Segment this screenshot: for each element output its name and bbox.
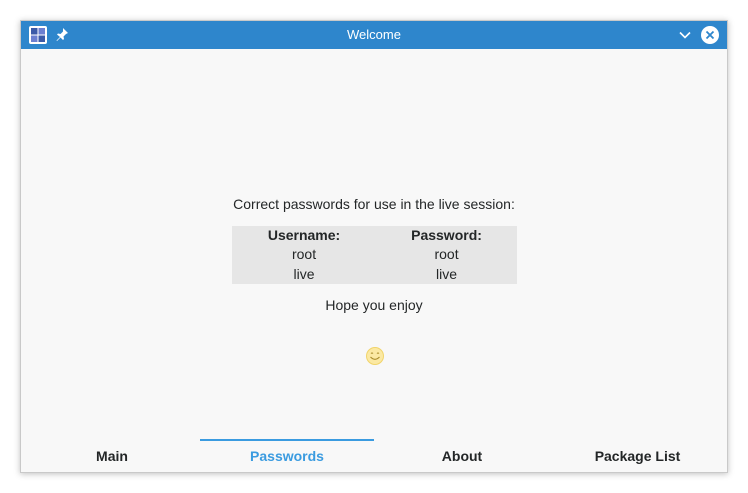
closing-text: Hope you enjoy <box>325 297 423 313</box>
title-bar[interactable]: Welcome <box>21 21 727 49</box>
app-icon[interactable] <box>29 26 47 44</box>
username-header: Username: <box>267 227 341 244</box>
welcome-window: Welcome Correct passwords for use in the… <box>20 20 728 473</box>
tab-bar: Main Passwords About Package List <box>21 439 727 472</box>
tab-about[interactable]: About <box>375 441 549 472</box>
username-cell: live <box>293 265 315 282</box>
tab-package-list[interactable]: Package List <box>550 441 725 472</box>
username-cell: root <box>291 246 317 263</box>
tab-main[interactable]: Main <box>25 441 199 472</box>
password-header: Password: <box>411 227 482 244</box>
table-row: live live <box>232 265 517 284</box>
intro-text: Correct passwords for use in the live se… <box>233 196 515 212</box>
tab-passwords[interactable]: Passwords <box>200 441 374 472</box>
pin-icon[interactable] <box>55 27 69 41</box>
password-cell: live <box>436 265 458 282</box>
credentials-table: Username: Password: root root live live <box>232 226 517 284</box>
passwords-page: Correct passwords for use in the live se… <box>21 49 727 472</box>
close-button[interactable] <box>701 26 719 44</box>
table-row: root root <box>232 245 517 264</box>
window-title: Welcome <box>347 27 401 42</box>
table-header-row: Username: Password: <box>232 226 517 245</box>
password-cell: root <box>434 246 459 263</box>
minimize-button[interactable] <box>677 27 693 43</box>
smiley-icon <box>366 347 384 365</box>
